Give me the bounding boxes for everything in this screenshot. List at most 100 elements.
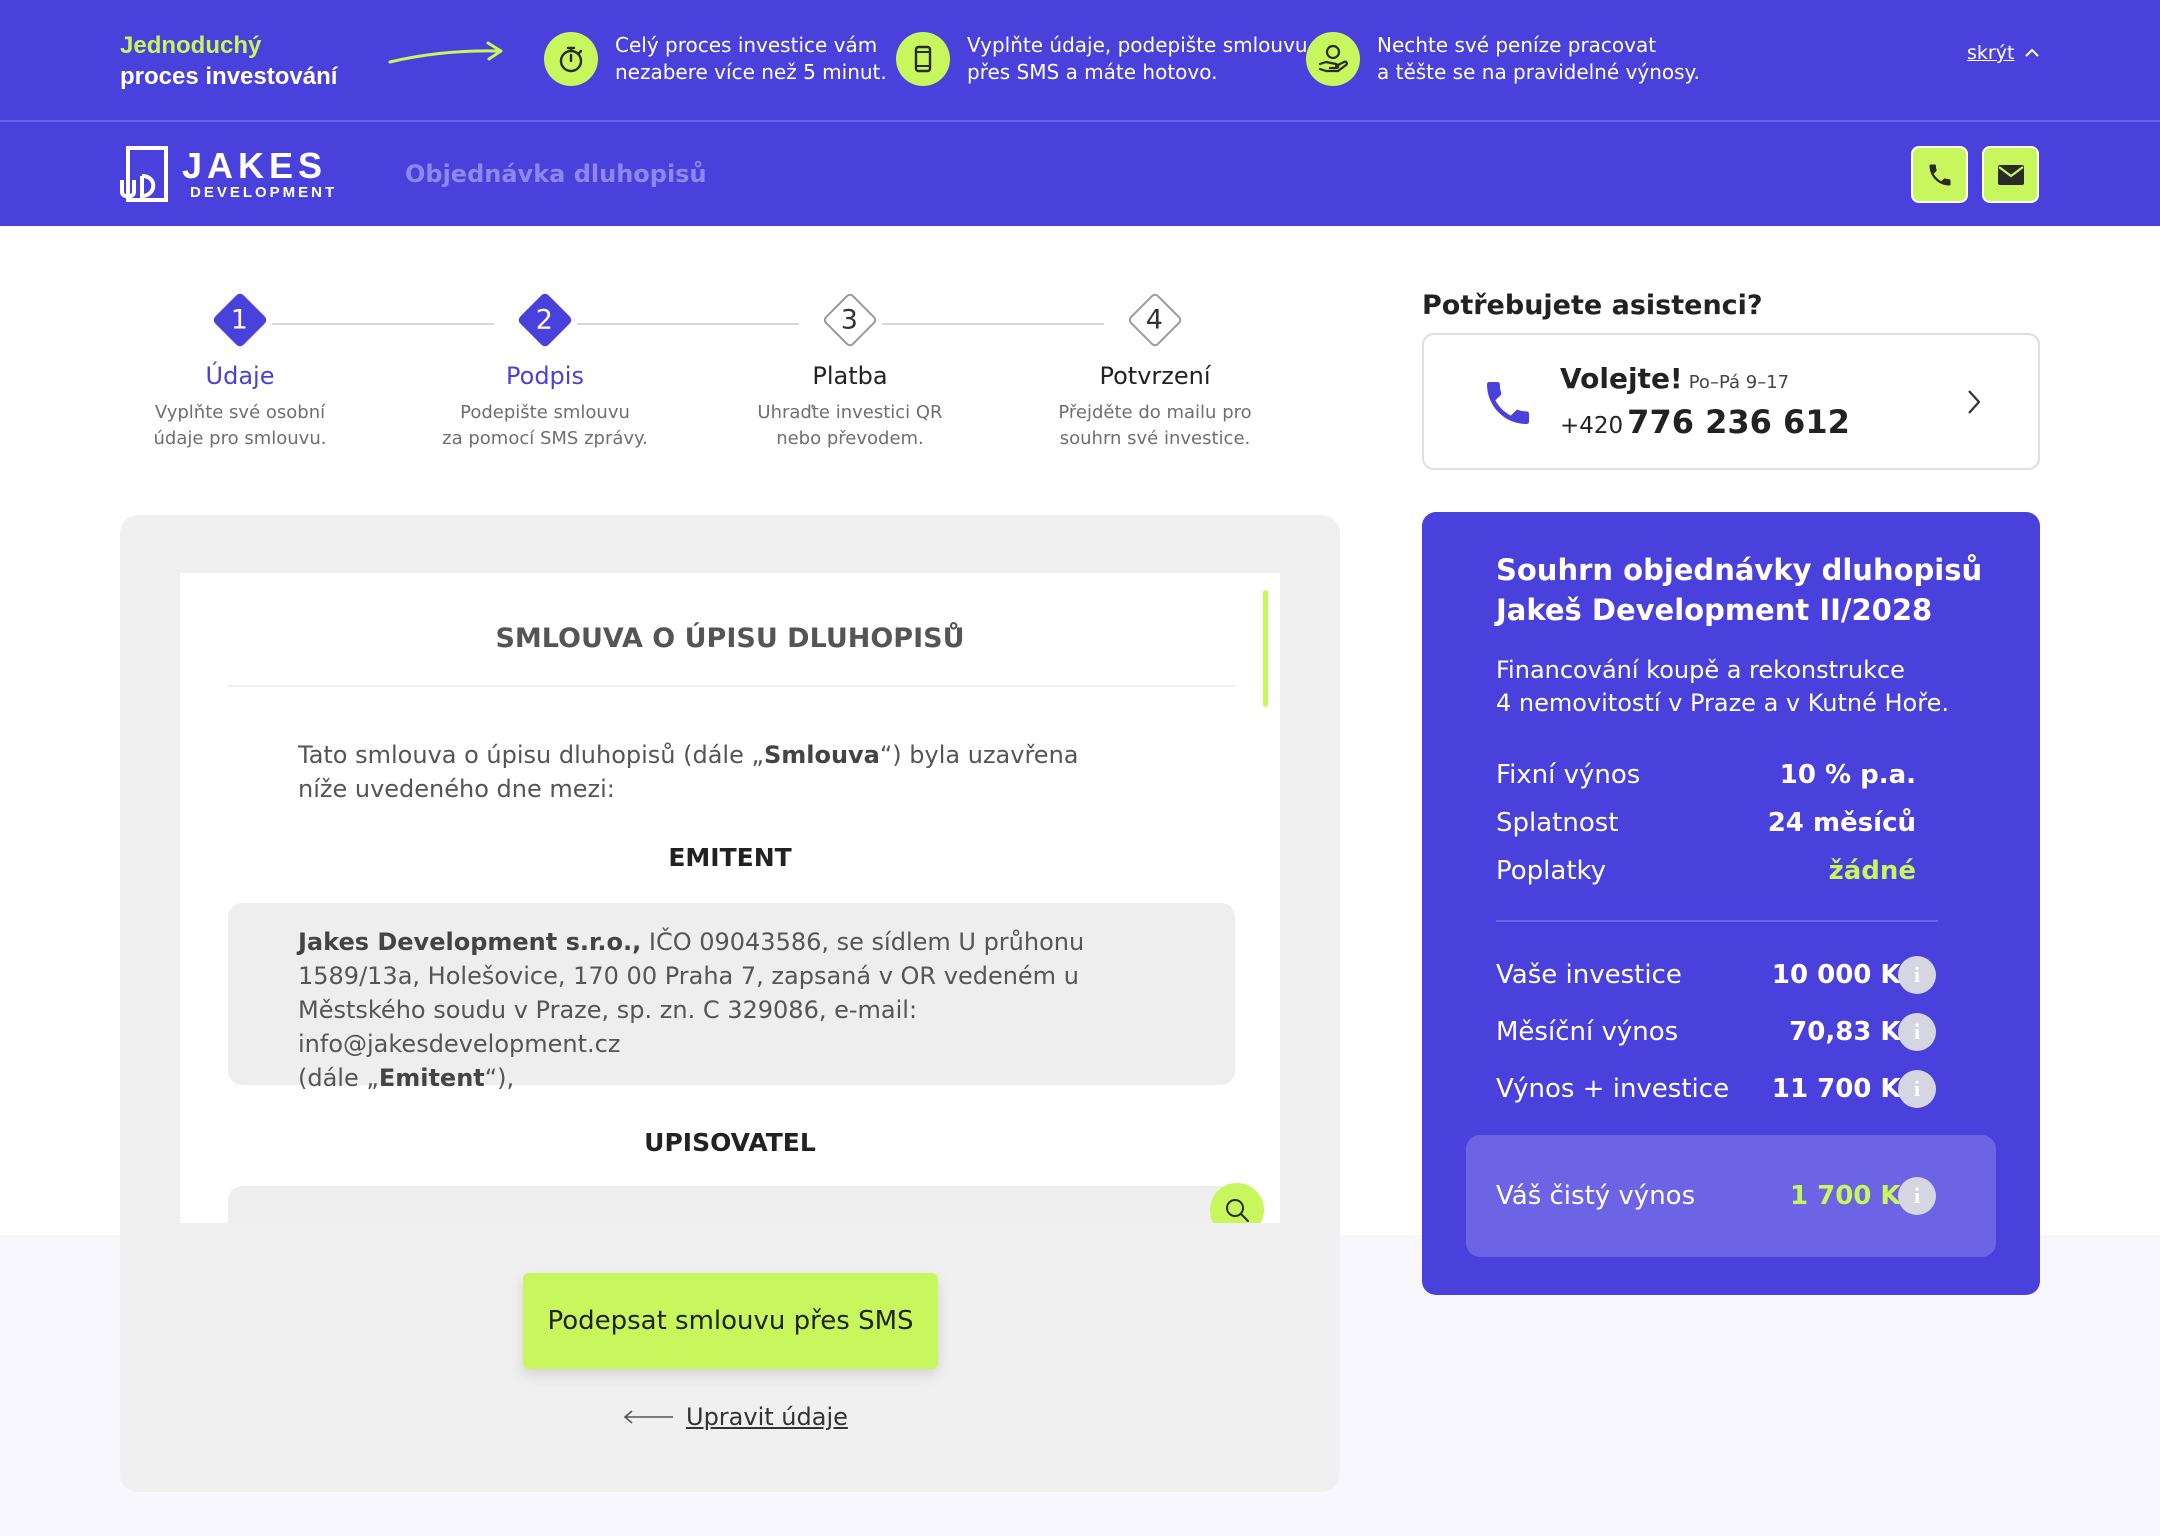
phone-number: +420 776 236 612 (1560, 403, 1850, 441)
summary-desc-line: Financování koupě a rekonstrukce (1496, 656, 1905, 684)
issuer-alias: (dále „ (298, 1064, 379, 1092)
hide-banner-label: skrýt (1967, 42, 2015, 64)
subscriber-heading: UPISOVATEL (644, 1128, 816, 1157)
logo-mark-icon (120, 146, 168, 202)
step-udaje: 1 Údaje Vyplňte své osobní údaje pro sml… (120, 291, 360, 452)
summary-title: Souhrn objednávky dluhopisů Jakeš Develo… (1496, 550, 1982, 630)
step-desc-line: Podepište smlouvu (460, 402, 630, 423)
step-number-badge: 1 (211, 291, 269, 349)
promo-title-line2: proces investování (120, 63, 338, 90)
summary-row-fixed-yield: Fixní výnos 10 % p.a. (1496, 760, 1916, 790)
info-icon[interactable]: i (1898, 956, 1936, 994)
issuer-alias-bold: Emitent (378, 1064, 485, 1092)
step-title: Platba (812, 362, 888, 390)
issuer-name: Jakes Development s.r.o., (298, 928, 642, 956)
issuer-heading: EMITENT (668, 843, 792, 872)
assistance-heading: Potřebujete asistenci? (1422, 290, 1763, 321)
contract-document[interactable]: SMLOUVA O ÚPISU DLUHOPISŮ Tato smlouva o… (180, 573, 1280, 1223)
summary-title-line: Souhrn objednávky dluhopisů (1496, 553, 1983, 587)
search-icon (1226, 1199, 1249, 1222)
step-number: 1 (231, 304, 249, 336)
feature-text: Vyplňte údaje, podepište smlouvu přes SM… (967, 32, 1308, 86)
office-hours: Po–Pá 9–17 (1688, 372, 1790, 393)
step-description: Vyplňte své osobní údaje pro smlouvu. (120, 400, 360, 452)
feature-line: Vyplňte údaje, podepište smlouvu (967, 33, 1308, 57)
call-button[interactable] (1911, 146, 1968, 203)
feature-text: Nechte své peníze pracovat a těšte se na… (1377, 32, 1700, 86)
summary-description: Financování koupě a rekonstrukce 4 nemov… (1496, 654, 1949, 720)
contract-card: SMLOUVA O ÚPISU DLUHOPISŮ Tato smlouva o… (120, 515, 1340, 1492)
step-title: Údaje (205, 362, 275, 390)
step-desc-line: Vyplňte své osobní (154, 402, 326, 423)
info-icon[interactable]: i (1898, 1177, 1936, 1215)
hand-money-icon (1306, 32, 1360, 86)
step-desc-line: údaje pro smlouvu. (153, 428, 327, 449)
phone-prefix: +420 (1560, 413, 1624, 439)
step-number: 2 (536, 304, 554, 336)
step-number: 4 (1146, 304, 1164, 336)
step-description: Podepište smlouvu za pomocí SMS zprávy. (425, 400, 665, 452)
summary-title-line: Jakeš Development II/2028 (1496, 593, 1933, 627)
step-description: Uhraďte investici QR nebo převodem. (730, 400, 970, 452)
order-summary-panel: Souhrn objednávky dluhopisů Jakeš Develo… (1422, 512, 2040, 1295)
feature-line: a těšte se na pravidelné výnosy. (1377, 60, 1700, 84)
row-label: Měsíční výnos (1496, 1017, 1679, 1047)
logo-wordmark: JAKES (182, 144, 328, 186)
feature-line: nezabere více než 5 minut. (615, 60, 887, 84)
phone-icon (1929, 164, 1950, 185)
row-value: 11 700 Kč (1771, 1074, 1916, 1104)
smartphone-icon (896, 32, 950, 86)
intro-bold: Smlouva (763, 741, 880, 769)
feature-line: Nechte své peníze pracovat (1377, 33, 1657, 57)
contract-title: SMLOUVA O ÚPISU DLUHOPISŮ (495, 623, 965, 654)
company-logo[interactable]: JAKES DEVELOPMENT (120, 146, 337, 202)
step-title: Podpis (506, 362, 584, 390)
sign-sms-button[interactable]: Podepsat smlouvu přes SMS (523, 1273, 938, 1369)
step-podpis: 2 Podpis Podepište smlouvu za pomocí SMS… (425, 291, 665, 452)
issuer-alias: “), (484, 1064, 515, 1092)
step-number-badge: 3 (821, 291, 879, 349)
logo-subtitle: DEVELOPMENT (190, 183, 338, 201)
promo-title-line1: Jednoduchý (120, 32, 262, 59)
step-potvrzeni: 4 Potvrzení Přejděte do mailu pro souhrn… (1035, 291, 1275, 452)
chevron-up-icon (2025, 48, 2040, 57)
divider (228, 685, 1235, 687)
row-value: 70,83 Kč (1789, 1017, 1916, 1047)
summary-row-monthly-yield: Měsíční výnos 70,83 Kč (1496, 1017, 1916, 1047)
summary-row-total: Výnos + investice 11 700 Kč (1496, 1074, 1916, 1104)
step-number: 3 (841, 304, 859, 336)
row-value: 10 000 Kč (1771, 960, 1916, 990)
feature-fast-process: Celý proces investice vám nezabere více … (544, 32, 887, 86)
row-label: Výnos + investice (1496, 1074, 1730, 1104)
contract-intro: Tato smlouva o úpisu dluhopisů (dále „Sm… (298, 738, 1128, 806)
feature-sms-sign: Vyplňte údaje, podepište smlouvu přes SM… (896, 32, 1308, 86)
row-value: 24 měsíců (1767, 808, 1916, 838)
row-label: Váš čistý výnos (1496, 1181, 1696, 1211)
feature-line: přes SMS a máte hotovo. (967, 60, 1218, 84)
row-value: žádné (1828, 856, 1916, 886)
info-icon[interactable]: i (1898, 1013, 1936, 1051)
row-label: Splatnost (1496, 808, 1619, 838)
summary-row-fees: Poplatky žádné (1496, 856, 1916, 886)
chevron-right-icon (1968, 390, 1981, 414)
summary-row-investment: Vaše investice 10 000 Kč (1496, 960, 1916, 990)
hide-banner-link[interactable]: skrýt (1967, 42, 2040, 64)
step-title: Potvrzení (1099, 362, 1211, 390)
info-icon[interactable]: i (1898, 1070, 1936, 1108)
edit-details-link[interactable]: Upravit údaje (622, 1403, 848, 1431)
email-button[interactable] (1982, 146, 2039, 203)
issuer-box: Jakes Development s.r.o., IČO 09043586, … (228, 903, 1235, 1092)
assistance-call-card[interactable]: Volejte! Po–Pá 9–17 +420 776 236 612 (1422, 333, 2040, 470)
phone-main: 776 236 612 (1627, 403, 1850, 441)
intro-text: Tato smlouva o úpisu dluhopisů (dále „ (298, 741, 764, 769)
divider (1496, 920, 1938, 922)
nav-bar: JAKES DEVELOPMENT Objednávka dluhopisů (0, 120, 2160, 226)
summary-row-maturity: Splatnost 24 měsíců (1496, 808, 1916, 838)
zoom-button[interactable] (1210, 1183, 1264, 1223)
row-value: 10 % p.a. (1779, 760, 1916, 790)
subscriber-box (228, 1186, 1235, 1223)
logo-text: JAKES DEVELOPMENT (182, 144, 338, 201)
promo-title: Jednoduchý proces investování (120, 30, 337, 92)
step-desc-line: nebo převodem. (776, 428, 924, 449)
promo-banner: Jednoduchý proces investování Celý proce… (0, 0, 2160, 120)
